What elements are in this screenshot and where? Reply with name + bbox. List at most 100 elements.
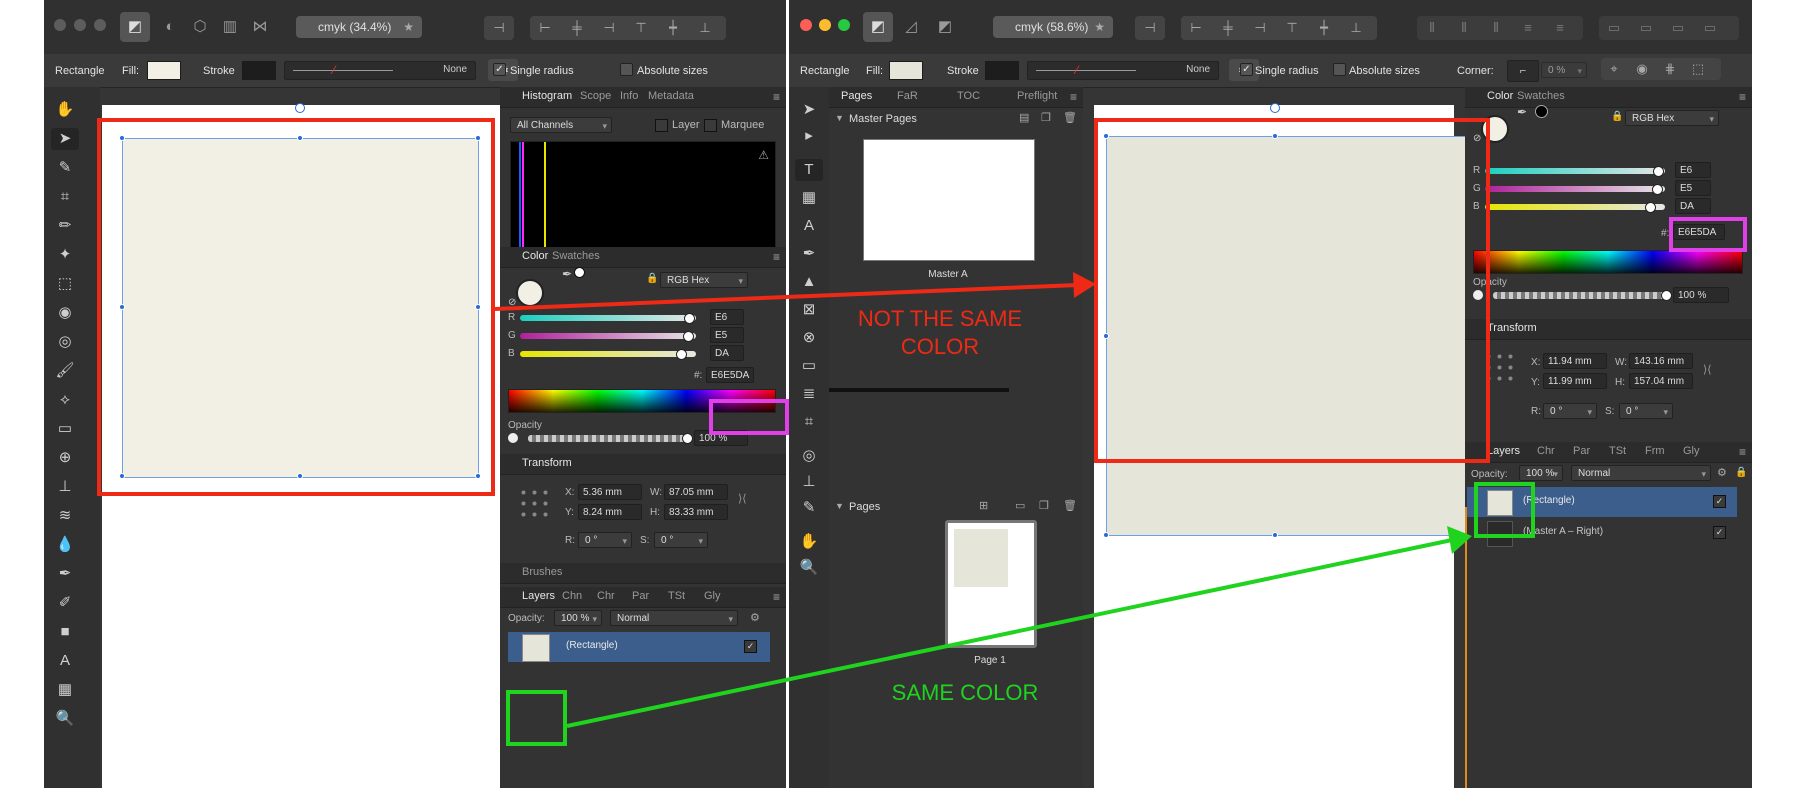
fill-swatch[interactable] xyxy=(147,61,181,80)
lock-icon[interactable]: 🔒 xyxy=(1611,111,1623,122)
h-field[interactable]: 83.33 mm xyxy=(664,504,728,520)
blue-value[interactable]: DA xyxy=(1675,198,1711,214)
arrange-icon[interactable]: ▭ xyxy=(1637,19,1655,37)
hand-tool-icon[interactable]: ✋ xyxy=(51,99,79,121)
fill-swatch[interactable] xyxy=(889,61,923,80)
opacity-slider[interactable] xyxy=(528,433,693,444)
link-icon[interactable]: ⟩⟨ xyxy=(738,492,747,505)
crop-tool-icon[interactable]: ⌗ xyxy=(795,411,823,433)
layer-opacity-dropdown[interactable]: 100 % xyxy=(1519,465,1563,482)
node-tool-icon[interactable]: ▸ xyxy=(795,125,823,147)
minimize-button[interactable] xyxy=(819,19,831,31)
anchor-grid-icon[interactable] xyxy=(518,487,552,521)
swap-icon[interactable]: ⊘ xyxy=(508,297,516,308)
move-tool-icon[interactable]: ➤ xyxy=(795,99,823,121)
distribute-icon[interactable]: ≡ xyxy=(1519,19,1537,37)
align-top-icon[interactable]: ⊤ xyxy=(1283,19,1301,37)
pixel-brush-icon[interactable]: ⟡ xyxy=(51,389,79,411)
align-left-icon[interactable]: ⊢ xyxy=(536,19,554,37)
table-tool-icon[interactable]: ▦ xyxy=(795,187,823,209)
trash-icon[interactable]: 🗑 xyxy=(1063,499,1077,512)
stroke-width-slider[interactable]: ⁄ None xyxy=(1027,61,1219,80)
vector-brush-icon[interactable]: ✐ xyxy=(51,592,79,614)
zoom-button[interactable] xyxy=(838,19,850,31)
x-field[interactable]: 5.36 mm xyxy=(578,484,642,500)
document-tab[interactable]: cmyk (58.6%) ★ xyxy=(993,16,1113,38)
shear-field[interactable]: 0 ° xyxy=(654,532,708,549)
picture-frame-icon[interactable]: ⊠ xyxy=(795,299,823,321)
trash-icon[interactable]: 🗑 xyxy=(1063,111,1077,124)
w-field[interactable]: 87.05 mm xyxy=(664,484,728,500)
close-button[interactable] xyxy=(800,19,812,31)
target-icon[interactable]: ⌖ xyxy=(1605,60,1623,78)
layer-checkbox[interactable] xyxy=(655,119,668,132)
star-icon[interactable]: ★ xyxy=(1094,16,1105,38)
tab-info[interactable]: Info xyxy=(620,90,638,102)
arrange-icon[interactable]: ▭ xyxy=(1605,19,1623,37)
add-page-icon[interactable]: ▭ xyxy=(1015,499,1025,512)
corner-type-dropdown[interactable]: ⌐ xyxy=(1507,60,1539,82)
snapping-icon[interactable]: ⊣ xyxy=(490,19,508,37)
align-top-icon[interactable]: ⊤ xyxy=(632,19,650,37)
place-image-icon[interactable]: ▭ xyxy=(795,355,823,377)
mesh-tool-icon[interactable]: ▦ xyxy=(51,679,79,701)
panel-menu-icon[interactable]: ≡ xyxy=(1070,90,1077,104)
crop-tool-icon[interactable]: ⌗ xyxy=(51,186,79,208)
channels-dropdown[interactable]: All Channels xyxy=(510,117,612,134)
page-thumbnail[interactable] xyxy=(945,520,1037,648)
tab-scope[interactable]: Scope xyxy=(580,90,611,102)
tab-preflight[interactable]: Preflight xyxy=(1017,90,1057,102)
minimize-button[interactable] xyxy=(74,19,86,31)
color-mode-dropdown[interactable]: RGB Hex xyxy=(1625,110,1719,127)
fill-tool-icon[interactable]: ◉ xyxy=(51,302,79,324)
panel-menu-icon[interactable]: ≡ xyxy=(1739,90,1746,104)
layer-settings-icon[interactable]: ⚙ xyxy=(750,611,760,624)
tab-toc[interactable]: TOC xyxy=(957,90,980,102)
zoom-tool-icon[interactable]: 🔍 xyxy=(795,557,823,579)
arrange-icon[interactable]: ▭ xyxy=(1701,19,1719,37)
rectangle-tool-icon[interactable]: ■ xyxy=(51,621,79,643)
eye-icon[interactable]: ◉ xyxy=(1633,60,1651,78)
star-icon[interactable]: ★ xyxy=(403,16,414,38)
red-value[interactable]: E6 xyxy=(710,309,744,325)
pixel-persona-icon[interactable]: ⬡ xyxy=(190,17,210,37)
panel-menu-icon[interactable]: ≡ xyxy=(1739,445,1746,459)
tab-metadata[interactable]: Metadata xyxy=(648,90,694,102)
duplicate-icon[interactable]: ❐ xyxy=(1039,499,1049,512)
stroke-color-well[interactable] xyxy=(1535,105,1548,118)
pencil-tool-icon[interactable]: ▲ xyxy=(795,271,823,293)
rotation-field[interactable]: 0 ° xyxy=(578,532,632,549)
align-center-icon[interactable]: ╪ xyxy=(1219,19,1237,37)
duplicate-icon[interactable]: ❐ xyxy=(1041,111,1051,124)
layer-settings-icon[interactable]: ⚙ xyxy=(1717,466,1727,479)
rotation-handle[interactable] xyxy=(1270,103,1280,113)
align-right-icon[interactable]: ⊣ xyxy=(1251,19,1269,37)
color-spectrum[interactable] xyxy=(1473,250,1743,274)
eyedropper-icon[interactable]: ✒ xyxy=(1517,105,1527,119)
align-right-icon[interactable]: ⊣ xyxy=(600,19,618,37)
rotation-field[interactable]: 0 ° xyxy=(1543,403,1597,420)
pen-tool-icon[interactable]: ✒ xyxy=(795,243,823,265)
eyedropper-tool-icon[interactable]: ✎ xyxy=(795,497,823,519)
marquee-checkbox[interactable] xyxy=(704,119,717,132)
fill-color-well[interactable] xyxy=(516,279,544,307)
red-value[interactable]: E6 xyxy=(1675,162,1711,178)
brushes-title[interactable]: Brushes xyxy=(522,566,562,578)
smudge-tool-icon[interactable]: ≋ xyxy=(51,505,79,527)
scroll-divider[interactable] xyxy=(829,388,1009,392)
artistic-text-icon[interactable]: A xyxy=(795,215,823,237)
transparency-tool-icon[interactable]: ◎ xyxy=(51,331,79,353)
zoom-brush-icon[interactable]: ⊕ xyxy=(51,447,79,469)
spread-icon[interactable]: ⊞ xyxy=(979,499,988,512)
vector-persona-icon[interactable]: ◐ xyxy=(160,17,180,37)
layer-row[interactable]: (Rectangle) ✓ xyxy=(508,632,770,662)
tab-layers[interactable]: Layers xyxy=(522,590,555,602)
selection-handle[interactable] xyxy=(1272,532,1278,538)
selection-handle[interactable] xyxy=(1103,532,1109,538)
tab-color[interactable]: Color xyxy=(522,250,548,262)
stroke-width-slider[interactable]: ⁄ None xyxy=(284,61,476,80)
eraser-tool-icon[interactable]: ▭ xyxy=(51,418,79,440)
tab-swatches[interactable]: Swatches xyxy=(1517,90,1565,102)
tab-chr[interactable]: Chr xyxy=(1537,445,1555,457)
zoom-tool-icon[interactable]: 🔍 xyxy=(51,708,79,730)
